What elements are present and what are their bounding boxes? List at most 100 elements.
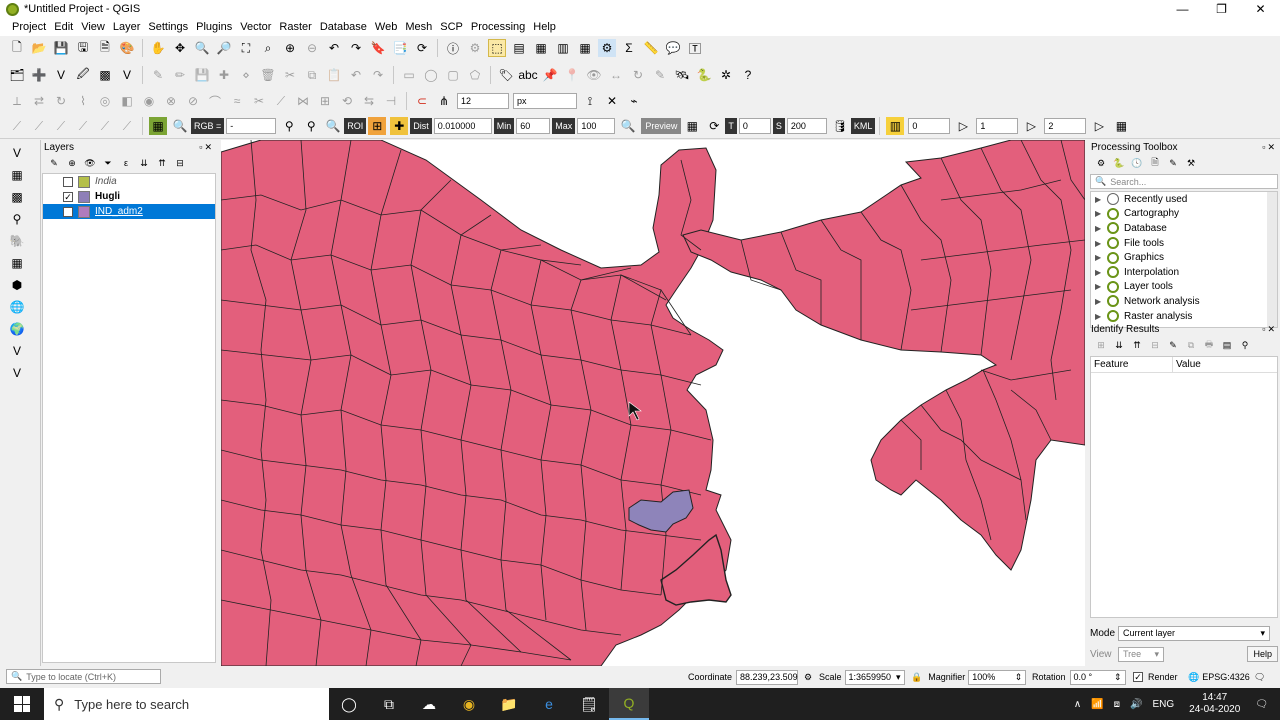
identify-view-select[interactable]: Tree ▾	[1118, 646, 1164, 662]
column-header-feature[interactable]: Feature	[1091, 357, 1173, 372]
scp-s-input[interactable]: 200	[786, 118, 827, 134]
panel-float-close-icon[interactable]: ▫✕	[1262, 324, 1280, 335]
zoom-layer-icon[interactable]: ⊕	[281, 39, 299, 57]
app-cloud-icon[interactable]: ☁	[409, 688, 449, 720]
snapping-settings-icon[interactable]: ⋔	[435, 92, 453, 110]
split-features-icon[interactable]: ✂	[250, 92, 268, 110]
band-calc-icon[interactable]: ▦	[1112, 117, 1130, 135]
add-wfs-icon[interactable]: ⬢	[8, 276, 26, 294]
column-header-value[interactable]: Value	[1173, 357, 1201, 372]
rotation-input[interactable]: 0.0 ° ⇕	[1069, 669, 1126, 685]
menu-plugins[interactable]: Plugins	[192, 21, 236, 33]
select-features-icon[interactable]: ⬚	[488, 39, 506, 57]
add-layer-icon[interactable]: ➕	[30, 66, 48, 84]
reshape-icon[interactable]: ⌒	[206, 92, 224, 110]
scp-dist-input[interactable]: 0.010000	[433, 118, 492, 134]
tree-item-cartography[interactable]: ▶ Cartography	[1091, 207, 1277, 222]
shape-reverse-icon[interactable]: ⟋	[118, 117, 136, 135]
expand-arrow-icon[interactable]: ▶	[1095, 209, 1107, 218]
undo-icon[interactable]: ↶	[347, 66, 365, 84]
show-hidden-icons-icon[interactable]: ∧	[1074, 699, 1081, 710]
fill-ring-icon[interactable]: ◉	[140, 92, 158, 110]
notifications-icon[interactable]: 🗨	[1255, 699, 1268, 710]
minimize-button[interactable]: —	[1163, 0, 1202, 18]
manage-visibility-icon[interactable]: 👁	[83, 156, 97, 170]
refresh-icon[interactable]: ⟳	[413, 39, 431, 57]
run-action-icon[interactable]: ⚙	[466, 39, 484, 57]
trim-extend-icon[interactable]: ⊣	[382, 92, 400, 110]
scp-show-input-icon[interactable]: ⚲	[280, 117, 298, 135]
scp-t-input[interactable]: 0	[738, 118, 771, 134]
scp-rgb-select[interactable]: -	[226, 118, 277, 134]
expand-arrow-icon[interactable]: ▶	[1095, 297, 1107, 306]
copy-feature-icon[interactable]: ⧉	[1184, 338, 1198, 352]
copy-features-icon[interactable]: ⧉	[303, 66, 321, 84]
expand-arrow-icon[interactable]: ▶	[1095, 253, 1107, 262]
processing-scrollbar[interactable]	[1267, 192, 1277, 327]
pin-labels-icon[interactable]: 📍	[563, 66, 581, 84]
tree-item-interpolation[interactable]: ▶ Interpolation	[1091, 265, 1277, 280]
menu-view[interactable]: View	[77, 21, 109, 33]
menu-layer[interactable]: Layer	[109, 21, 145, 33]
menu-mesh[interactable]: Mesh	[401, 21, 436, 33]
volume-icon[interactable]: 🔊	[1130, 699, 1142, 710]
layer-row-ind-adm2[interactable]: ✓ IND_adm2	[43, 204, 215, 219]
results-viewer-icon[interactable]: 🗎	[1148, 156, 1162, 170]
select-by-value-icon[interactable]: ▤	[510, 39, 528, 57]
help-icon[interactable]: ?	[739, 66, 757, 84]
move-feature-icon[interactable]: ⇄	[30, 92, 48, 110]
menu-processing[interactable]: Processing	[467, 21, 529, 33]
rotate-feature-icon[interactable]: ↻	[52, 92, 70, 110]
scp-min-input[interactable]: 60	[516, 118, 551, 134]
split-parts-icon[interactable]: ⟋	[272, 92, 290, 110]
menu-project[interactable]: Project	[8, 21, 50, 33]
processing-toolbox-icon[interactable]: ⚙	[598, 39, 616, 57]
network-icon[interactable]: 📶	[1091, 699, 1103, 710]
rotate-point-icon[interactable]: ⟲	[338, 92, 356, 110]
tree-item-database[interactable]: ▶ Database	[1091, 221, 1277, 236]
semi-auto-classification-icon[interactable]: ✲	[717, 66, 735, 84]
menu-database[interactable]: Database	[316, 21, 371, 33]
statistical-summary-icon[interactable]: Σ	[620, 39, 638, 57]
new-shapefile-icon[interactable]: V	[8, 342, 26, 360]
filter-expression-icon[interactable]: ε	[119, 156, 133, 170]
save-as-icon[interactable]: 🖫	[74, 39, 92, 57]
expand-arrow-icon[interactable]: ▶	[1095, 282, 1107, 291]
expand-tree-icon[interactable]: ⊞	[1094, 338, 1108, 352]
band-set-1-input[interactable]: 0	[908, 118, 951, 134]
pan-hand-icon[interactable]: ✋	[149, 39, 167, 57]
layer-visibility-checkbox[interactable]: ✓	[63, 206, 73, 217]
vertex-tool-icon[interactable]: ⋄	[237, 66, 255, 84]
start-button[interactable]	[0, 688, 44, 720]
scp-hide-input-icon[interactable]: ⚲	[302, 117, 320, 135]
toggle-extents-icon[interactable]: ⚙	[804, 672, 812, 683]
add-spatialite-icon[interactable]: ⚲	[8, 210, 26, 228]
zoom-last-icon[interactable]: ↶	[325, 39, 343, 57]
shape-move-icon[interactable]: ⟋	[30, 117, 48, 135]
style-panel-icon[interactable]: ✎	[47, 156, 61, 170]
layer-visibility-checkbox[interactable]: ✓	[63, 191, 73, 202]
delete-part-icon[interactable]: ⊘	[184, 92, 202, 110]
add-part-icon[interactable]: ◧	[118, 92, 136, 110]
tree-item-graphics[interactable]: ▶ Graphics	[1091, 250, 1277, 265]
scp-classification-preview-icon[interactable]: ▦	[683, 117, 701, 135]
zoom-next-icon[interactable]: ↷	[347, 39, 365, 57]
expand-all-icon[interactable]: ⇊	[137, 156, 151, 170]
snapping-magnet-icon[interactable]: ⊂	[413, 92, 431, 110]
band-next-icon[interactable]: ▷	[954, 117, 972, 135]
merge-features-icon[interactable]: ⋈	[294, 92, 312, 110]
scale-select[interactable]: 1:3659950 ▾	[844, 669, 905, 685]
task-view-icon[interactable]: ⧉	[369, 688, 409, 720]
layer-row-india[interactable]: India	[43, 174, 215, 189]
delete-ring-icon[interactable]: ⊗	[162, 92, 180, 110]
notepad-icon[interactable]: 🗒	[569, 688, 609, 720]
zoom-out-icon[interactable]: 🔎	[215, 39, 233, 57]
add-delimited-text-icon[interactable]: V	[118, 66, 136, 84]
merge-attributes-icon[interactable]: ⊞	[316, 92, 334, 110]
add-vector-layer-icon[interactable]: V	[52, 66, 70, 84]
scp-redo-preview-icon[interactable]: ⟳	[705, 117, 723, 135]
field-calculator-icon[interactable]: ▦	[576, 39, 594, 57]
taskbar-clock[interactable]: 14:47 24-04-2020	[1189, 692, 1240, 716]
offset-curve-icon[interactable]: ≈	[228, 92, 246, 110]
tree-item-file-tools[interactable]: ▶ File tools	[1091, 236, 1277, 251]
